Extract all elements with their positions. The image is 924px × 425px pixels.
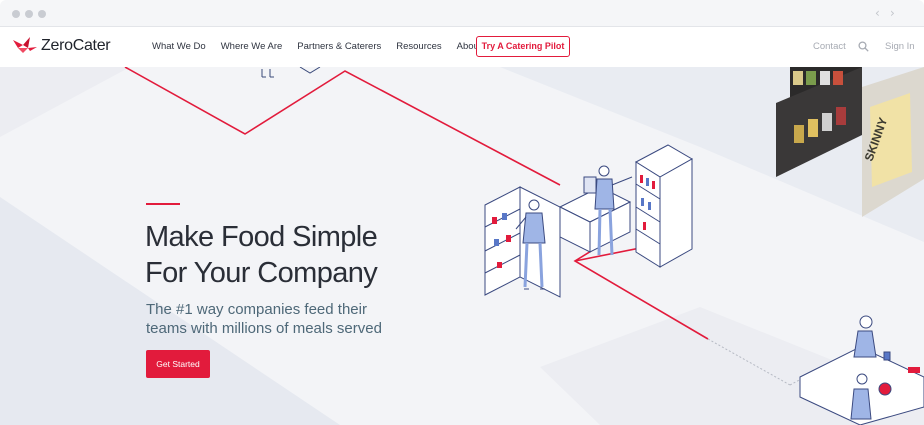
get-started-button[interactable]: Get Started	[146, 350, 210, 378]
window-minimize-dot[interactable]	[25, 10, 33, 18]
browser-forward-icon[interactable]: ›	[890, 6, 895, 20]
site-header: ZeroCater What We Do Where We Are Partne…	[0, 27, 924, 67]
window-close-dot[interactable]	[12, 10, 20, 18]
hero-headline-line2: For Your Company	[145, 257, 378, 289]
window-maximize-dot[interactable]	[38, 10, 46, 18]
nav-item-resources[interactable]: Resources	[396, 41, 441, 52]
hero-headline: Make Food Simple For Your Company	[145, 219, 378, 291]
browser-back-icon[interactable]: ‹	[875, 6, 880, 20]
browser-chrome: ‹ ›	[0, 0, 924, 27]
hero-subheadline: The #1 way companies feed their teams wi…	[146, 300, 382, 338]
search-icon[interactable]	[858, 41, 869, 52]
contact-link[interactable]: Contact	[813, 41, 846, 52]
main-nav: What We Do Where We Are Partners & Cater…	[152, 41, 497, 52]
crane-logo-icon	[13, 37, 37, 53]
try-catering-pilot-button[interactable]: Try A Catering Pilot	[476, 36, 570, 57]
hero-subheadline-line2: teams with millions of meals served	[146, 320, 382, 337]
nav-item-partners-caterers[interactable]: Partners & Caterers	[297, 41, 381, 52]
headline-accent-bar	[146, 203, 180, 205]
hero-headline-line1: Make Food Simple	[145, 221, 378, 253]
hero-illustration: SKINNY	[0, 67, 924, 425]
brand-name: ZeroCater	[41, 37, 111, 54]
hero-section: SKINNY Make Food Simple For Your Company…	[0, 67, 924, 425]
sign-in-link[interactable]: Sign In	[885, 41, 915, 52]
brand-logo[interactable]: ZeroCater	[12, 36, 111, 56]
nav-item-what-we-do[interactable]: What We Do	[152, 41, 206, 52]
nav-item-where-we-are[interactable]: Where We Are	[221, 41, 283, 52]
hero-subheadline-line1: The #1 way companies feed their	[146, 301, 367, 318]
